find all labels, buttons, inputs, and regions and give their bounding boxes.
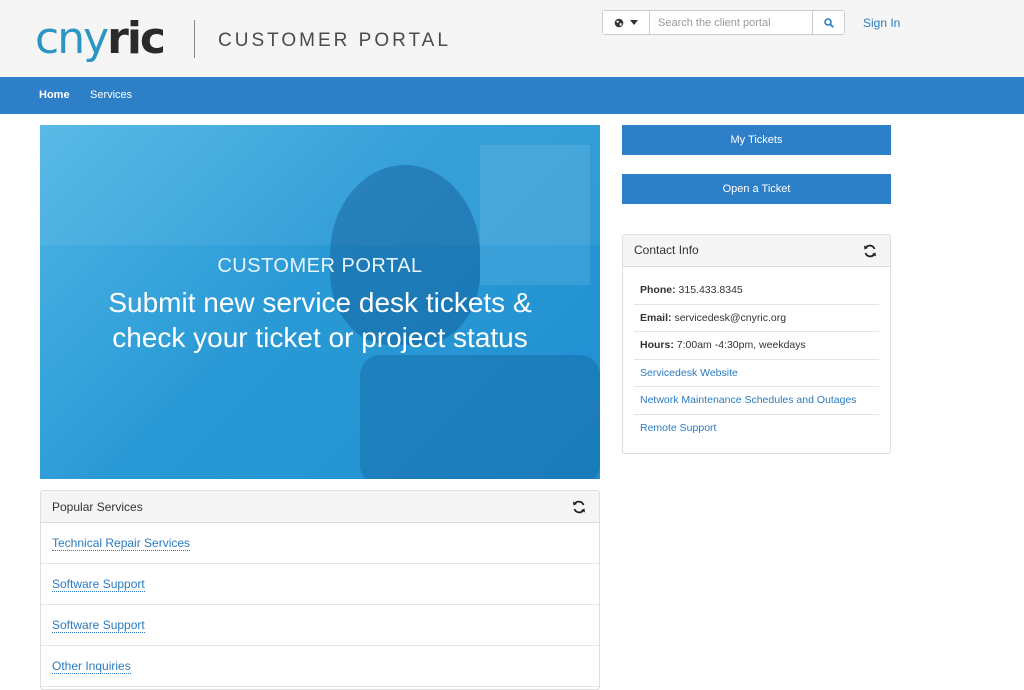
list-item: Software Support [41, 605, 599, 646]
open-ticket-button[interactable]: Open a Ticket [622, 174, 891, 204]
contact-phone: Phone: 315.433.8345 [634, 277, 879, 305]
service-link[interactable]: Other Inquiries [52, 659, 131, 674]
service-link[interactable]: Technical Repair Services [52, 536, 191, 551]
nav-home[interactable]: Home [39, 89, 70, 101]
contact-list: Phone: 315.433.8345 Email: servicedesk@c… [623, 267, 890, 443]
contact-link-row: Network Maintenance Schedules and Outage… [634, 387, 879, 415]
search-button[interactable] [812, 11, 844, 34]
search-icon [823, 17, 834, 28]
cnyric-logo[interactable]: cnyric [35, 13, 166, 65]
contact-info-panel: Contact Info Phone: 315.433.8345 Email: … [622, 234, 891, 454]
hero-headline-line2: check your ticket or project status [112, 322, 528, 353]
hero-laptop-silhouette [360, 355, 600, 479]
hours-label: Hours: [640, 339, 674, 352]
servicedesk-website-link[interactable]: Servicedesk Website [640, 367, 738, 379]
search-group [602, 10, 845, 35]
hours-value: 7:00am -4:30pm, weekdays [676, 339, 806, 352]
search-input[interactable] [650, 11, 812, 34]
globe-icon [614, 18, 624, 27]
my-tickets-button[interactable]: My Tickets [622, 125, 891, 155]
hero-banner: CUSTOMER PORTAL Submit new service desk … [40, 125, 600, 479]
list-item: Software Support [41, 564, 599, 605]
logo-text-cny: cny [35, 13, 109, 64]
language-dropdown[interactable] [603, 11, 650, 34]
header: cnyric CUSTOMER PORTAL Sign In [0, 0, 1024, 77]
logo-text-ric: ric [107, 13, 166, 64]
refresh-icon[interactable] [572, 500, 586, 514]
panel-title: Contact Info [634, 243, 699, 257]
contact-email: Email: servicedesk@cnyric.org [634, 305, 879, 333]
main-nav: Home Services [0, 77, 1024, 114]
caret-down-icon [630, 20, 638, 25]
hero-headline-line1: Submit new service desk tickets & [108, 287, 532, 318]
refresh-icon[interactable] [863, 244, 877, 258]
network-maintenance-link[interactable]: Network Maintenance Schedules and Outage… [640, 394, 857, 406]
service-link[interactable]: Software Support [52, 577, 145, 592]
portal-title: CUSTOMER PORTAL [218, 30, 451, 51]
email-value: servicedesk@cnyric.org [674, 311, 787, 324]
nav-services[interactable]: Services [90, 89, 132, 101]
contact-link-row: Servicedesk Website [634, 360, 879, 388]
logo-divider [194, 20, 195, 58]
service-link[interactable]: Software Support [52, 618, 145, 633]
hero-kicker: CUSTOMER PORTAL [217, 255, 423, 277]
sign-in-link[interactable]: Sign In [863, 16, 900, 30]
popular-services-panel: Popular Services Technical Repair Servic… [40, 490, 600, 690]
contact-hours: Hours: 7:00am -4:30pm, weekdays [634, 332, 879, 360]
panel-header: Contact Info [623, 235, 890, 267]
phone-label: Phone: [640, 284, 676, 296]
panel-title: Popular Services [52, 500, 143, 514]
list-item: Other Inquiries [41, 646, 599, 687]
list-item: Technical Repair Services [41, 523, 599, 564]
email-label: Email: [640, 311, 672, 324]
remote-support-link[interactable]: Remote Support [640, 422, 716, 434]
contact-link-row: Remote Support [634, 415, 879, 443]
phone-value: 315.433.8345 [678, 284, 743, 296]
panel-header: Popular Services [41, 491, 599, 523]
